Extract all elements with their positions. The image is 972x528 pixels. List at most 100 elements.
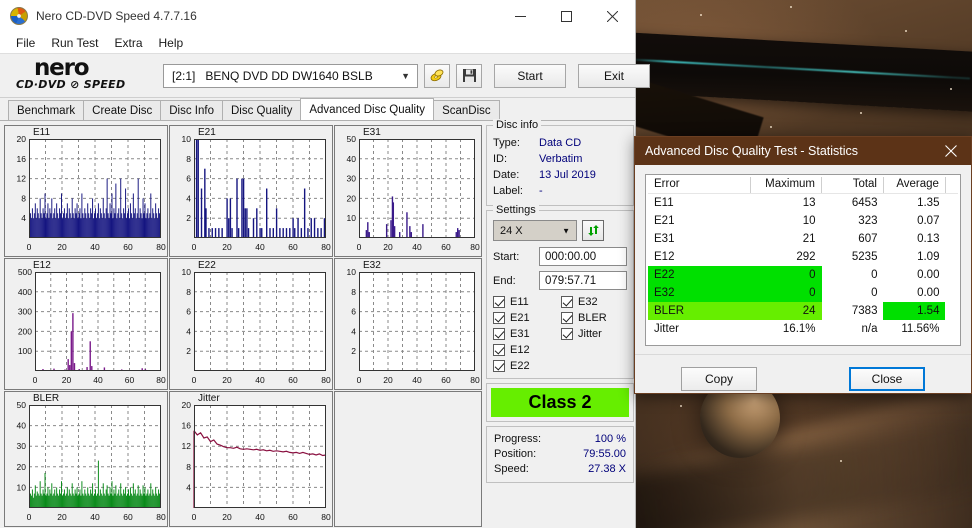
eject-disc-icon[interactable]	[424, 63, 450, 88]
exit-button[interactable]: Exit	[578, 63, 650, 88]
nero-logo-subtitle: CD·DVD ⊘ SPEED	[16, 77, 126, 91]
progress-value: 100 %	[594, 433, 626, 445]
checkbox-e22[interactable]: E22	[493, 360, 561, 372]
svg-text:80: 80	[156, 512, 166, 522]
checkbox-e21[interactable]: E21	[493, 312, 561, 324]
svg-text:20: 20	[57, 512, 67, 522]
start-button[interactable]: Start	[494, 63, 566, 88]
cell-error: Jitter	[654, 322, 679, 335]
column-header-total: Total	[821, 177, 884, 194]
start-time-row: Start: 000:00.00	[493, 247, 627, 266]
column-header-error: Error	[648, 177, 751, 194]
cell-total: 607	[858, 232, 878, 245]
speed-select[interactable]: 24 X ▼	[493, 220, 577, 241]
progress-box: Progress: 100 % Position: 79:55.00 Speed…	[486, 426, 634, 483]
cell-spacer	[945, 194, 958, 212]
checkbox-label: E22	[510, 360, 530, 372]
disc-info-value: Verbatim	[539, 153, 583, 165]
svg-text:60: 60	[123, 242, 133, 252]
checkbox-e11[interactable]: E11	[493, 296, 561, 308]
settings-legend: Settings	[493, 204, 539, 216]
svg-text:500: 500	[18, 267, 32, 277]
menubar: File Run Test Extra Help	[0, 32, 635, 54]
checkbox-bler[interactable]: BLER	[561, 312, 629, 324]
checkbox-e32[interactable]: E32	[561, 296, 629, 308]
disc-info-value: -	[539, 185, 543, 197]
tab-scandisc[interactable]: ScanDisc	[433, 100, 500, 120]
cell-maximum: 21	[802, 232, 816, 245]
settings-group: Settings 24 X ▼ Start: 000:00.00 End: 07…	[486, 204, 634, 379]
menu-help[interactable]: Help	[151, 34, 192, 52]
chart-e31: E31 10 20 30 40 50 0 20 40 60 80	[334, 125, 482, 257]
checkbox-e12[interactable]: E12	[493, 344, 561, 356]
svg-text:200: 200	[18, 326, 32, 336]
window-title: Nero CD-DVD Speed 4.7.7.16	[36, 9, 197, 23]
nero-logo: nero CD·DVD ⊘ SPEED	[16, 56, 151, 94]
close-dialog-button[interactable]: Close	[849, 366, 925, 391]
statistics-dialog-body: Error Maximum Total Average E11 13 6453 1.3…	[635, 165, 971, 346]
cell-maximum: 24	[750, 301, 822, 320]
svg-text:80: 80	[321, 512, 331, 522]
svg-text:2: 2	[351, 346, 356, 356]
cell-total: 6453	[851, 196, 878, 209]
cell-error: E12	[654, 250, 675, 263]
copy-button[interactable]: Copy	[681, 366, 757, 391]
tab-strip: Benchmark Create Disc Disc Info Disc Qua…	[0, 98, 635, 120]
statistics-table: Error Maximum Total Average E11 13 6453 1.3…	[648, 177, 958, 338]
svg-text:40: 40	[255, 375, 265, 385]
svg-text:0: 0	[27, 242, 32, 252]
cell-total: 0	[871, 268, 878, 281]
maximize-button[interactable]	[543, 0, 589, 32]
svg-text:60: 60	[288, 242, 298, 252]
close-button[interactable]	[589, 0, 635, 32]
svg-text:40: 40	[90, 242, 100, 252]
cell-average: 0.00	[917, 286, 940, 299]
disc-info-row-id: ID: Verbatim	[493, 151, 627, 167]
drive-select[interactable]: [2:1] BENQ DVD DD DW1640 BSLB ▼	[163, 63, 418, 88]
close-icon[interactable]	[931, 137, 971, 165]
svg-text:80: 80	[470, 375, 480, 385]
chart-title-jitter: Jitter	[198, 393, 220, 404]
floppy-save-icon[interactable]	[456, 63, 482, 88]
checkbox-jitter[interactable]: Jitter	[561, 328, 629, 340]
checkbox-e31[interactable]: E31	[493, 328, 561, 340]
menu-file[interactable]: File	[8, 34, 43, 52]
checkbox-box	[493, 344, 505, 356]
end-time-label: End:	[493, 274, 516, 287]
disc-info-key: Type:	[493, 137, 520, 149]
svg-text:16: 16	[182, 421, 192, 431]
end-time-input[interactable]: 079:57.71	[539, 271, 627, 290]
tab-disc-quality[interactable]: Disc Quality	[222, 100, 302, 120]
chart-title-e11: E11	[33, 127, 51, 138]
checkbox-box	[493, 296, 505, 308]
table-row: Jitter 16.1% n/a 11.56%	[648, 320, 958, 338]
chart-bler: BLER 10 20 30 40 50 0 20 40 60 80	[4, 391, 168, 527]
class-result-label: Class 2	[491, 388, 629, 417]
cell-spacer	[945, 248, 958, 266]
cell-total: 0	[871, 286, 878, 299]
end-time-row: End: 079:57.71	[493, 271, 627, 290]
chart-title-e21: E21	[198, 127, 216, 138]
menu-run-test[interactable]: Run Test	[43, 34, 106, 52]
svg-text:12: 12	[182, 441, 192, 451]
svg-text:40: 40	[412, 375, 422, 385]
svg-text:0: 0	[192, 512, 197, 522]
svg-text:8: 8	[21, 193, 26, 203]
start-time-input[interactable]: 000:00.00	[539, 247, 627, 266]
table-row: E12 292 5235 1.09	[648, 248, 958, 266]
position-row: Position: 79:55.00	[494, 447, 626, 462]
chart-title-bler: BLER	[33, 393, 60, 404]
refresh-arrows-icon[interactable]	[582, 220, 604, 241]
tab-advanced-disc-quality[interactable]: Advanced Disc Quality	[300, 98, 435, 120]
progress-row: Progress: 100 %	[494, 432, 626, 447]
svg-text:20: 20	[17, 462, 27, 472]
position-value: 79:55.00	[583, 448, 626, 460]
minimize-button[interactable]	[497, 0, 543, 32]
tab-create-disc[interactable]: Create Disc	[83, 100, 162, 120]
svg-text:60: 60	[441, 375, 451, 385]
menu-extra[interactable]: Extra	[106, 34, 150, 52]
svg-text:10: 10	[347, 213, 357, 223]
tab-benchmark[interactable]: Benchmark	[8, 100, 85, 120]
tab-disc-info[interactable]: Disc Info	[160, 100, 223, 120]
svg-text:6: 6	[186, 307, 191, 317]
